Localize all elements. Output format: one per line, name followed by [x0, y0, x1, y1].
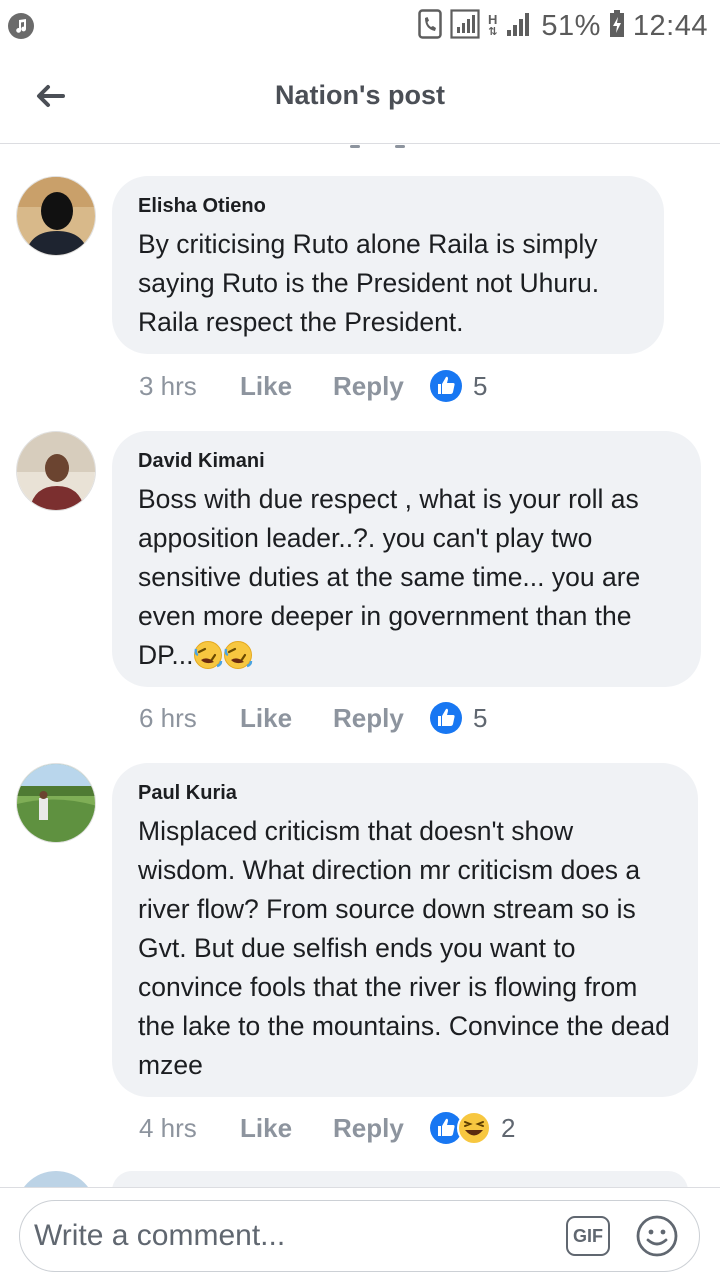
comment-author[interactable]: Elisha Otieno: [138, 193, 640, 219]
reactions-summary[interactable]: [429, 369, 463, 403]
comment-text: By criticising Ruto alone Raila is simpl…: [138, 229, 600, 337]
comment-input[interactable]: [34, 1209, 554, 1263]
comment-timestamp[interactable]: 6 hrs: [139, 703, 240, 734]
comment-bubble[interactable]: Elisha Otieno By criticising Ruto alone …: [112, 176, 664, 354]
rolling-laughing-emoji-icon: [223, 640, 253, 681]
comment-author[interactable]: Paul Kuria: [138, 780, 674, 806]
comment-bubble[interactable]: David Kimani Boss with due respect , wha…: [112, 431, 701, 687]
battery-charging-icon: [609, 9, 625, 43]
haha-reaction-icon: [457, 1111, 491, 1145]
like-button[interactable]: Like: [240, 371, 333, 402]
signal-strength-icon: [505, 11, 533, 42]
comment-actions: 4 hrs Like Reply 2: [139, 1108, 515, 1148]
reactions-summary[interactable]: [429, 701, 463, 735]
comment-text: Boss with due respect , what is your rol…: [138, 480, 677, 681]
comment-actions: 6 hrs Like Reply 5: [139, 698, 487, 738]
music-notification-icon: [8, 13, 34, 39]
like-reaction-icon: [430, 370, 462, 402]
reaction-count: 2: [501, 1112, 516, 1143]
reply-button[interactable]: Reply: [333, 703, 429, 734]
rolling-laughing-emoji-icon: [193, 640, 223, 681]
gif-button[interactable]: GIF: [566, 1216, 610, 1256]
network-type-icon: H ⇅: [487, 12, 498, 38]
reaction-count: 5: [473, 702, 488, 733]
avatar[interactable]: [16, 431, 96, 511]
network-type-label: H: [487, 12, 498, 27]
battery-percent: 51%: [541, 9, 601, 42]
previous-content-fragment: [350, 145, 360, 148]
clock: 12:44: [632, 9, 708, 42]
comment-actions: 3 hrs Like Reply 5: [139, 366, 487, 406]
reply-button[interactable]: Reply: [333, 1113, 429, 1144]
emoji-button[interactable]: [634, 1213, 680, 1259]
comment-input-container[interactable]: GIF: [19, 1200, 700, 1272]
signal-icon: [450, 8, 480, 44]
reaction-count: 5: [473, 370, 488, 401]
avatar[interactable]: [16, 763, 96, 843]
comments-list[interactable]: Elisha Otieno By criticising Ruto alone …: [0, 145, 720, 1187]
comment-text: Misplaced criticism that doesn't show wi…: [138, 816, 670, 1080]
smiley-icon: [636, 1215, 678, 1257]
comment-author[interactable]: David Kimani: [138, 448, 677, 474]
comment-composer: GIF: [0, 1187, 720, 1280]
comment-timestamp[interactable]: 3 hrs: [139, 371, 240, 402]
comment-bubble[interactable]: [112, 1171, 688, 1187]
like-reaction-icon: [430, 702, 462, 734]
avatar[interactable]: [16, 1171, 96, 1187]
comment-timestamp[interactable]: 4 hrs: [139, 1113, 240, 1144]
like-button[interactable]: Like: [240, 1113, 333, 1144]
avatar[interactable]: [16, 176, 96, 256]
comment-bubble[interactable]: Paul Kuria Misplaced criticism that does…: [112, 763, 698, 1097]
previous-content-fragment: [395, 145, 405, 148]
reply-button[interactable]: Reply: [333, 371, 429, 402]
page-title: Nation's post: [275, 80, 445, 110]
status-bar: H ⇅ 51% 12:44: [0, 0, 720, 52]
top-app-bar: Nation's post: [0, 52, 720, 144]
reactions-summary[interactable]: [429, 1111, 491, 1145]
call-icon: [418, 8, 442, 44]
like-button[interactable]: Like: [240, 703, 333, 734]
